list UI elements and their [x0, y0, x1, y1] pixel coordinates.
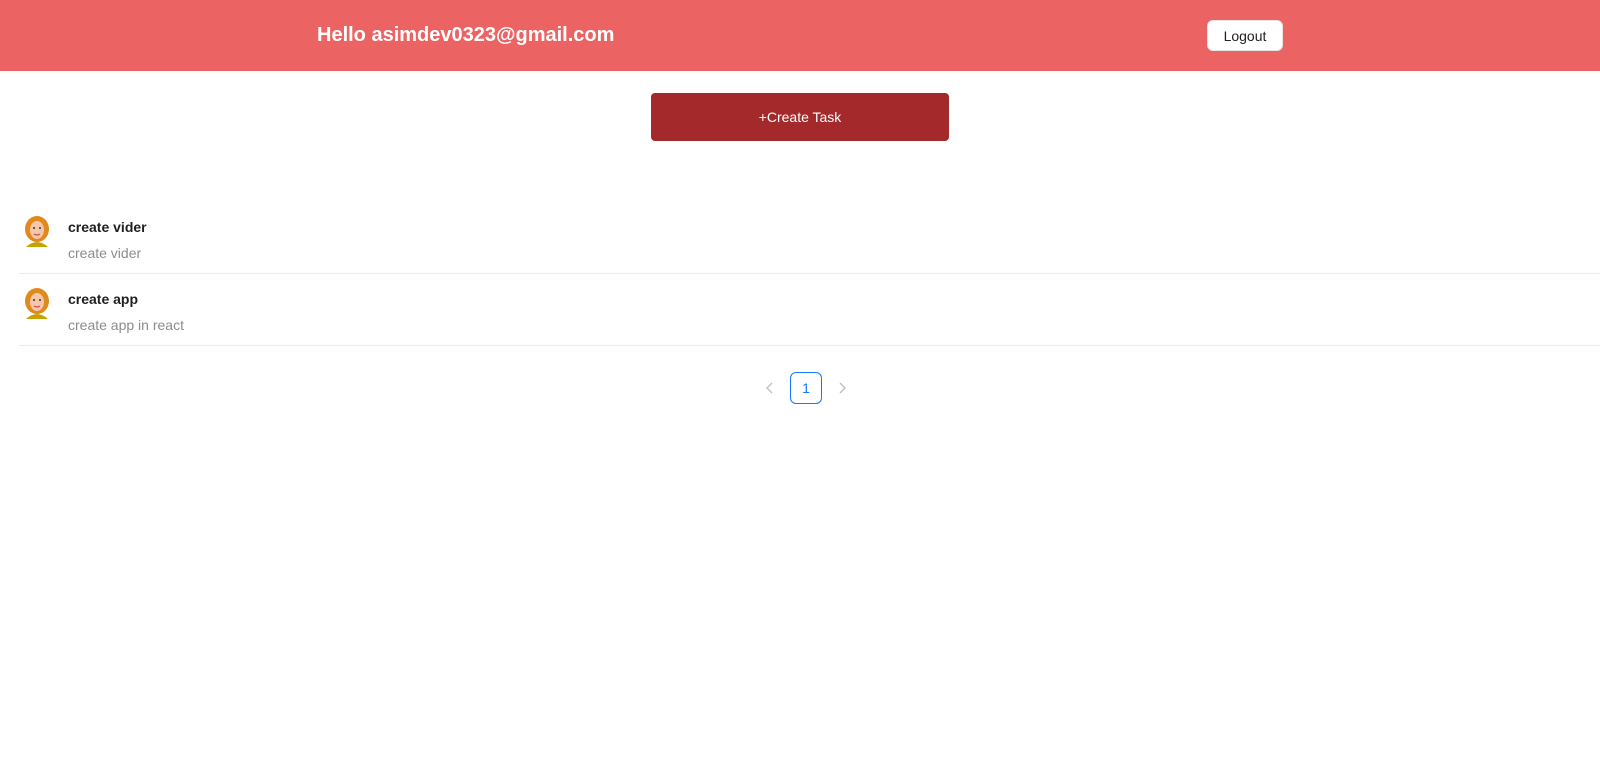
task-title: create vider — [68, 219, 147, 235]
task-description: create vider — [68, 245, 142, 261]
task-list-item[interactable]: create vider create vider — [19, 202, 1600, 274]
chevron-right-icon[interactable] — [828, 372, 856, 404]
greeting-text: Hello asimdev0323@gmail.com — [317, 24, 615, 46]
task-description: create app in react — [68, 317, 184, 333]
page-number-current[interactable]: 1 — [790, 372, 822, 404]
task-list: create vider create vider create app cre… — [19, 202, 1600, 346]
task-list-item[interactable]: create app create app in react — [19, 274, 1600, 346]
avatar-icon — [25, 288, 49, 319]
chevron-left-icon[interactable] — [756, 372, 784, 404]
create-task-button[interactable]: +Create Task — [651, 93, 949, 141]
task-title: create app — [68, 291, 139, 307]
avatar-icon — [25, 216, 49, 247]
logout-button[interactable]: Logout — [1207, 20, 1283, 51]
top-header: Hello asimdev0323@gmail.com Logout — [0, 0, 1600, 71]
pagination: 1 — [756, 372, 856, 404]
